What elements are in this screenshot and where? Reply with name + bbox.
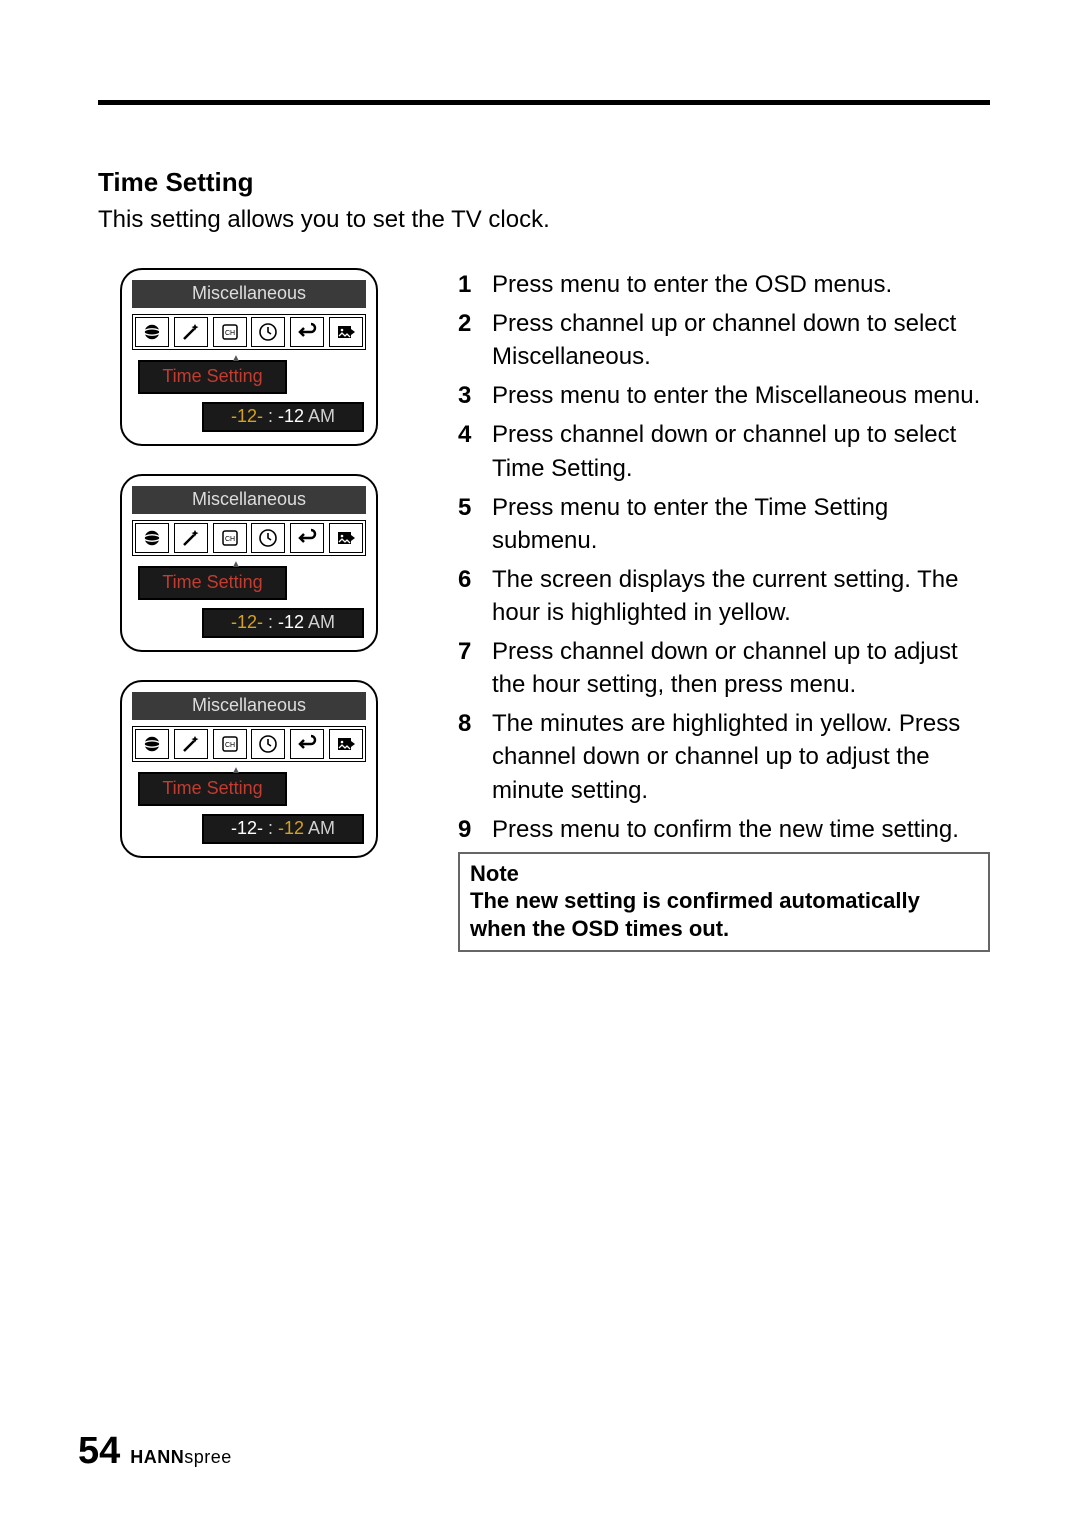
page-footer: 54 HANNspree (78, 1430, 232, 1473)
step-item: Press menu to enter the Time Setting sub… (458, 491, 990, 557)
page-number: 54 (78, 1430, 120, 1473)
time-ampm: AM (304, 818, 335, 838)
picture-icon (329, 729, 363, 759)
return-icon (290, 523, 324, 553)
note-box: Note The new setting is confirmed automa… (458, 852, 990, 953)
return-icon (290, 729, 324, 759)
osd-title: Miscellaneous (132, 280, 366, 308)
globe-icon (135, 317, 169, 347)
time-hour: -12- (231, 406, 263, 426)
osd-time-value: -12- : -12 AM (202, 814, 364, 844)
time-hour: -12- (231, 612, 263, 632)
step-item: Press channel down or channel up to adju… (458, 635, 990, 701)
step-item: Press channel up or channel down to sele… (458, 307, 990, 373)
note-label: Note (470, 861, 519, 886)
time-minute: -12 (278, 818, 304, 838)
osd-panel: Miscellaneous▲Time Setting-12- : -12 AM (120, 680, 378, 858)
step-item: Press menu to enter the Miscellaneous me… (458, 379, 990, 412)
steps-list: Press menu to enter the OSD menus. Press … (458, 268, 990, 846)
brand-logo: HANNspree (130, 1447, 232, 1468)
step-item: Press channel down or channel up to sele… (458, 418, 990, 484)
clock-icon (251, 729, 285, 759)
osd-submenu-label: Time Setting (138, 566, 287, 600)
time-minute: -12 (278, 612, 304, 632)
osd-time-value: -12- : -12 AM (202, 608, 364, 638)
globe-icon (135, 729, 169, 759)
step-item: The minutes are highlighted in yellow. P… (458, 707, 990, 806)
time-ampm: AM (304, 406, 335, 426)
horizontal-rule (98, 100, 990, 105)
osd-submenu-label: Time Setting (138, 360, 287, 394)
ch-icon (213, 317, 247, 347)
time-colon: : (263, 818, 278, 838)
time-colon: : (263, 406, 278, 426)
picture-icon (329, 317, 363, 347)
return-icon (290, 317, 324, 347)
picture-icon (329, 523, 363, 553)
osd-time-value: -12- : -12 AM (202, 402, 364, 432)
osd-screenshots-column: Miscellaneous▲Time Setting-12- : -12 AMM… (98, 264, 410, 952)
osd-submenu-label: Time Setting (138, 772, 287, 806)
magic-wand-icon (174, 317, 208, 347)
magic-wand-icon (174, 729, 208, 759)
step-item: Press menu to confirm the new time setti… (458, 813, 990, 846)
ch-icon (213, 729, 247, 759)
magic-wand-icon (174, 523, 208, 553)
osd-panel: Miscellaneous▲Time Setting-12- : -12 AM (120, 268, 378, 446)
clock-icon (251, 523, 285, 553)
text-column: Press menu to enter the OSD menus. Press … (458, 264, 990, 952)
osd-tab-icons (132, 726, 366, 762)
time-minute: -12 (278, 406, 304, 426)
ch-icon (213, 523, 247, 553)
note-text: The new setting is confirmed automatical… (470, 888, 920, 941)
osd-tab-icons (132, 314, 366, 350)
clock-icon (251, 317, 285, 347)
time-hour: -12- (231, 818, 263, 838)
time-ampm: AM (304, 612, 335, 632)
step-item: Press menu to enter the OSD menus. (458, 268, 990, 301)
section-heading: Time Setting (98, 167, 990, 198)
osd-title: Miscellaneous (132, 692, 366, 720)
globe-icon (135, 523, 169, 553)
section-intro: This setting allows you to set the TV cl… (98, 206, 990, 234)
time-colon: : (263, 612, 278, 632)
osd-panel: Miscellaneous▲Time Setting-12- : -12 AM (120, 474, 378, 652)
osd-title: Miscellaneous (132, 486, 366, 514)
step-item: The screen displays the current setting.… (458, 563, 990, 629)
osd-tab-icons (132, 520, 366, 556)
